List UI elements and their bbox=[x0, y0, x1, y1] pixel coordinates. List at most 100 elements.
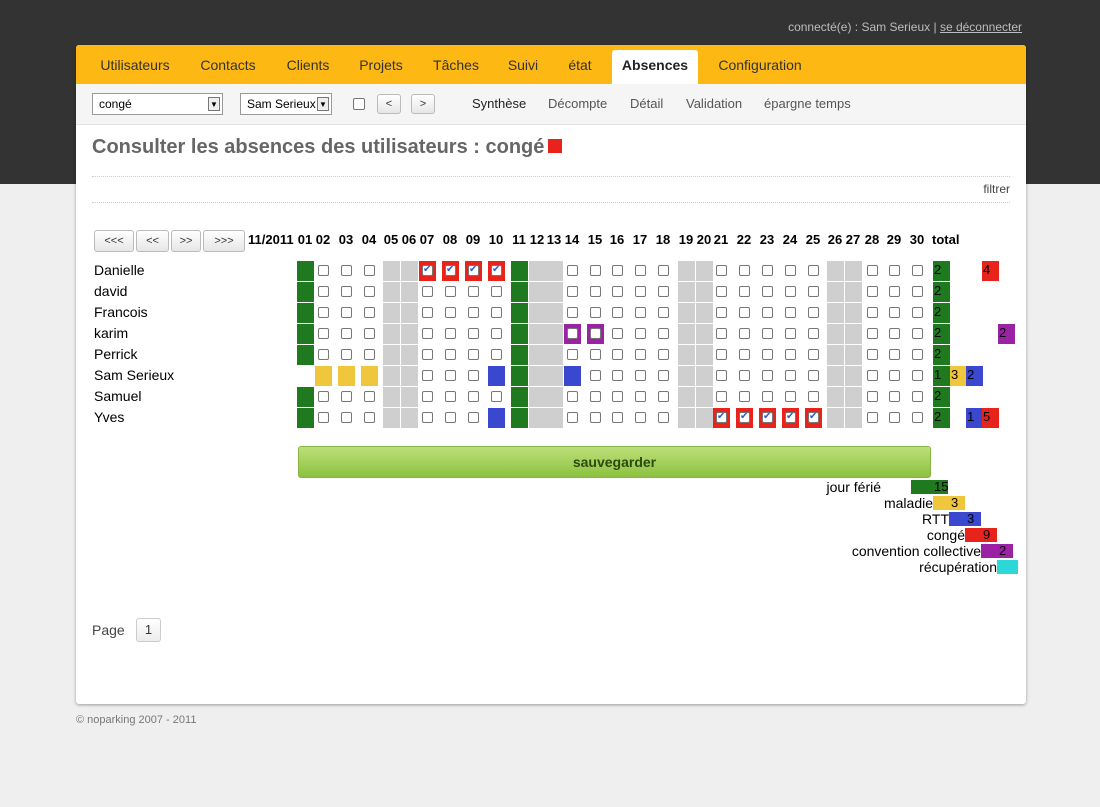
day-checkbox[interactable] bbox=[468, 391, 479, 402]
day-cell-conge[interactable] bbox=[782, 408, 799, 428]
day-checkbox[interactable] bbox=[491, 286, 502, 297]
day-checkbox[interactable] bbox=[567, 286, 578, 297]
day-checkbox[interactable] bbox=[318, 412, 329, 423]
day-checkbox[interactable] bbox=[445, 328, 456, 339]
day-cell[interactable] bbox=[632, 345, 649, 365]
day-cell[interactable] bbox=[587, 366, 604, 386]
prev-button[interactable]: < bbox=[377, 94, 401, 114]
day-checkbox[interactable] bbox=[364, 286, 375, 297]
day-cell[interactable] bbox=[338, 345, 355, 365]
day-cell[interactable] bbox=[587, 408, 604, 428]
day-checkbox[interactable] bbox=[590, 349, 601, 360]
day-checkbox[interactable] bbox=[567, 349, 578, 360]
day-checkbox[interactable] bbox=[867, 412, 878, 423]
page-1-button[interactable]: 1 bbox=[136, 618, 161, 642]
day-checkbox[interactable] bbox=[590, 286, 601, 297]
period-next-button[interactable]: >> bbox=[171, 230, 201, 252]
day-cell[interactable] bbox=[609, 282, 626, 302]
day-checkbox[interactable] bbox=[364, 349, 375, 360]
day-cell[interactable] bbox=[736, 282, 753, 302]
day-cell[interactable] bbox=[886, 261, 903, 281]
day-cell[interactable] bbox=[315, 324, 332, 344]
day-cell[interactable] bbox=[886, 387, 903, 407]
day-cell[interactable] bbox=[419, 303, 436, 323]
nav-tab-absences[interactable]: Absences bbox=[612, 50, 698, 84]
logout-link[interactable]: se déconnecter bbox=[940, 20, 1022, 34]
day-cell[interactable] bbox=[465, 324, 482, 344]
day-checkbox[interactable] bbox=[762, 286, 773, 297]
day-checkbox[interactable] bbox=[364, 328, 375, 339]
day-cell[interactable] bbox=[442, 324, 459, 344]
day-checkbox[interactable] bbox=[445, 307, 456, 318]
day-checkbox[interactable] bbox=[658, 307, 669, 318]
day-checkbox[interactable] bbox=[808, 349, 819, 360]
day-checkbox[interactable] bbox=[808, 391, 819, 402]
day-cell-conge[interactable] bbox=[465, 261, 482, 281]
day-cell[interactable] bbox=[782, 324, 799, 344]
day-cell[interactable] bbox=[759, 345, 776, 365]
day-checkbox[interactable] bbox=[912, 412, 923, 423]
day-cell[interactable] bbox=[564, 408, 581, 428]
day-checkbox[interactable] bbox=[762, 328, 773, 339]
day-cell[interactable] bbox=[442, 387, 459, 407]
day-cell[interactable] bbox=[782, 282, 799, 302]
day-cell[interactable] bbox=[805, 282, 822, 302]
nav-tab-clients[interactable]: Clients bbox=[276, 50, 340, 84]
day-checkbox[interactable] bbox=[318, 328, 329, 339]
day-checkbox[interactable] bbox=[867, 391, 878, 402]
absence-type-select[interactable]: congé ▼ bbox=[92, 93, 223, 115]
day-checkbox[interactable] bbox=[889, 328, 900, 339]
day-checkbox[interactable] bbox=[658, 265, 669, 276]
day-checkbox[interactable] bbox=[422, 391, 433, 402]
day-checkbox-checked[interactable] bbox=[445, 264, 456, 276]
day-cell[interactable] bbox=[361, 303, 378, 323]
day-checkbox[interactable] bbox=[889, 307, 900, 318]
day-cell[interactable] bbox=[564, 261, 581, 281]
day-checkbox[interactable] bbox=[716, 265, 727, 276]
day-cell[interactable] bbox=[632, 324, 649, 344]
day-cell-conge[interactable] bbox=[736, 408, 753, 428]
day-checkbox-checked[interactable] bbox=[491, 264, 502, 276]
day-cell[interactable] bbox=[564, 387, 581, 407]
period-prev-button[interactable]: << bbox=[136, 230, 169, 252]
day-checkbox[interactable] bbox=[364, 391, 375, 402]
day-cell-conge[interactable] bbox=[759, 408, 776, 428]
nav-tab-projets[interactable]: Projets bbox=[349, 50, 413, 84]
subtab-détail[interactable]: Détail bbox=[630, 96, 663, 111]
day-checkbox[interactable] bbox=[445, 286, 456, 297]
day-cell[interactable] bbox=[338, 282, 355, 302]
day-checkbox[interactable] bbox=[422, 286, 433, 297]
day-cell[interactable] bbox=[338, 261, 355, 281]
day-cell[interactable] bbox=[805, 303, 822, 323]
day-cell[interactable] bbox=[886, 408, 903, 428]
nav-tab-utilisateurs[interactable]: Utilisateurs bbox=[92, 50, 178, 84]
day-checkbox[interactable] bbox=[785, 370, 796, 381]
day-checkbox[interactable] bbox=[468, 286, 479, 297]
day-checkbox[interactable] bbox=[445, 412, 456, 423]
nav-tab-configuration[interactable]: Configuration bbox=[708, 50, 812, 84]
subtab-décompte[interactable]: Décompte bbox=[548, 96, 607, 111]
day-cell[interactable] bbox=[338, 387, 355, 407]
day-checkbox[interactable] bbox=[739, 391, 750, 402]
day-checkbox[interactable] bbox=[867, 328, 878, 339]
day-cell[interactable] bbox=[564, 345, 581, 365]
day-checkbox[interactable] bbox=[716, 307, 727, 318]
day-cell[interactable] bbox=[655, 408, 672, 428]
day-cell[interactable] bbox=[488, 303, 505, 323]
day-cell[interactable] bbox=[419, 366, 436, 386]
day-cell[interactable] bbox=[805, 324, 822, 344]
day-cell[interactable] bbox=[587, 387, 604, 407]
day-cell[interactable] bbox=[864, 387, 881, 407]
day-cell[interactable] bbox=[782, 366, 799, 386]
day-checkbox-checked[interactable] bbox=[468, 264, 479, 276]
day-cell[interactable] bbox=[315, 261, 332, 281]
day-checkbox[interactable] bbox=[785, 349, 796, 360]
day-cell-conge[interactable] bbox=[442, 261, 459, 281]
day-cell[interactable] bbox=[759, 324, 776, 344]
day-cell[interactable] bbox=[886, 366, 903, 386]
day-cell[interactable] bbox=[465, 408, 482, 428]
day-checkbox[interactable] bbox=[658, 349, 669, 360]
day-cell[interactable] bbox=[736, 324, 753, 344]
day-cell[interactable] bbox=[419, 387, 436, 407]
day-checkbox[interactable] bbox=[762, 391, 773, 402]
